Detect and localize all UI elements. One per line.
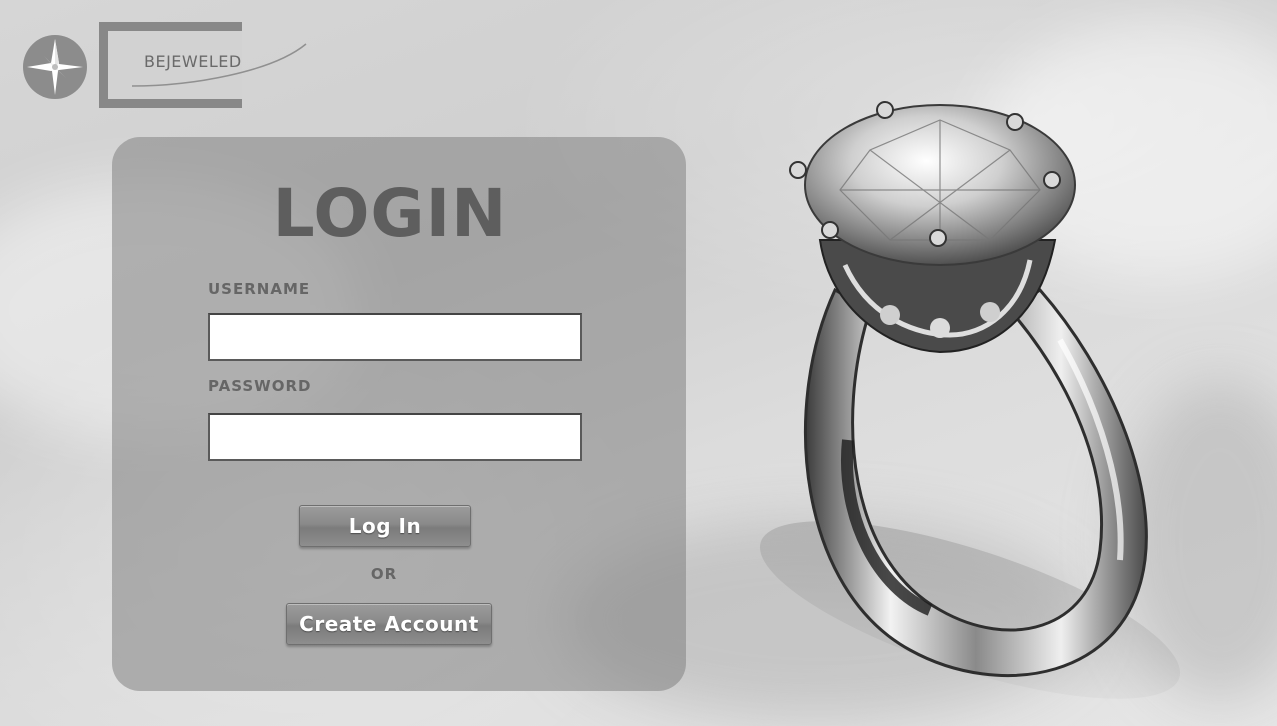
username-label: USERNAME bbox=[208, 280, 311, 298]
brand-logo[interactable]: BEJEWELED bbox=[22, 20, 312, 112]
password-label: PASSWORD bbox=[208, 377, 312, 395]
login-screen: BEJEWELED LOGIN USERNAME PASSWORD Log In… bbox=[0, 0, 1277, 726]
brand-name: BEJEWELED bbox=[144, 52, 242, 71]
login-title: LOGIN bbox=[272, 175, 508, 252]
diamond-ring-image bbox=[759, 101, 1181, 699]
password-input[interactable] bbox=[208, 413, 582, 461]
create-account-button[interactable]: Create Account bbox=[286, 603, 492, 645]
or-separator: OR bbox=[370, 565, 398, 583]
login-panel: LOGIN USERNAME PASSWORD Log In OR Create… bbox=[112, 137, 686, 691]
username-input[interactable] bbox=[208, 313, 582, 361]
login-button[interactable]: Log In bbox=[299, 505, 471, 547]
